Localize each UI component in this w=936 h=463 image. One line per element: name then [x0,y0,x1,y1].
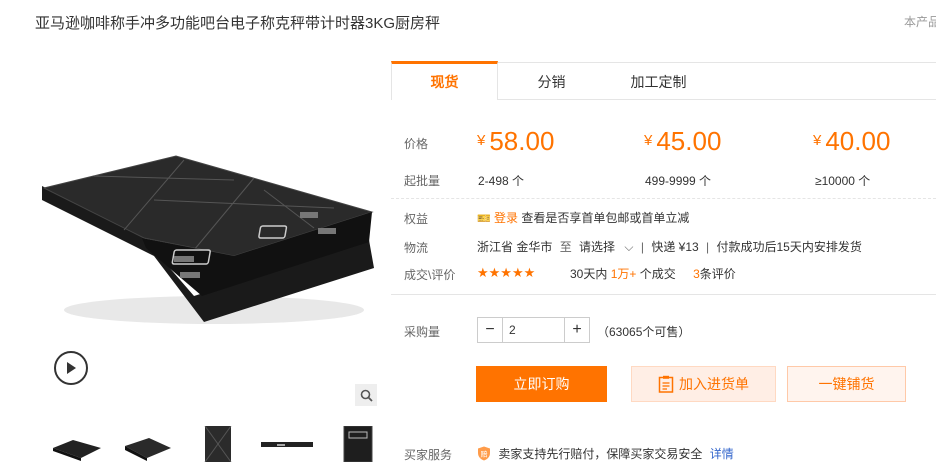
service-details-link[interactable]: 详情 [710,447,734,461]
quantity-stepper: − + [477,317,590,343]
thumbnail-strip [48,424,386,463]
destination-select-value: 请选择 [579,240,616,254]
service-label: 买家服务 [404,448,453,462]
service-text: 卖家支持先行赔付，保障买家交易安全 [498,447,703,461]
available-stock: （63065个可售） [597,325,691,339]
thumbnail[interactable] [118,424,176,463]
svg-text:赔: 赔 [481,450,488,459]
rating-stars: ★★★★★ [477,265,536,280]
quantity-minus-button[interactable]: − [478,318,502,342]
zoom-button[interactable] [355,384,377,406]
price-tier-3: ¥40.00 [813,126,890,157]
magnifier-icon [360,389,373,402]
dispatch-note: 付款成功后15天内安排发货 [716,240,862,254]
divider [391,198,936,199]
buy-now-button[interactable]: 立即订购 [476,366,607,402]
batch-label: 起批量 [404,174,441,188]
product-main-image[interactable] [34,60,379,408]
play-video-button[interactable] [54,351,88,385]
product-title: 亚马逊咖啡称手冲多功能吧台电子称克秤带计时器3KG厨房秤 [35,15,441,32]
batch-range-1: 2-498 个 [478,174,525,188]
to-text: 至 [559,240,572,254]
price-tier-1: ¥58.00 [477,126,554,157]
benefits-label: 权益 [404,212,429,226]
add-to-cart-label: 加入进货单 [679,376,749,392]
buy-now-label: 立即订购 [513,376,570,392]
price-value: 40.00 [825,126,891,156]
quantity-input[interactable] [502,318,565,342]
deals-suffix: 个成交 [639,267,676,281]
logistics-label: 物流 [404,241,429,255]
chevron-down-icon: ⌵ [624,240,634,254]
service-row: 赔 卖家支持先行赔付，保障买家交易安全 详情 [477,445,734,462]
price-value: 58.00 [489,126,555,156]
coupon-icon: 🎫 [477,213,491,225]
price-tier-2: ¥45.00 [644,126,721,157]
batch-range-2: 499-9999 个 [645,174,712,188]
one-click-label: 一键铺货 [818,376,875,392]
review-suffix: 条评价 [699,267,736,281]
origin-location: 浙江省 金华市 [477,240,553,254]
quantity-label: 采购量 [404,325,441,339]
tab-custom-processing[interactable]: 加工定制 [605,63,712,100]
quantity-plus-button[interactable]: + [565,318,589,342]
price-label: 价格 [404,137,429,151]
thumbnail[interactable] [48,424,106,463]
deals-prefix: 30天内 [570,267,608,281]
purchase-mode-tabs: 现货 分销 加工定制 [391,61,936,100]
reviews-row: 30天内 1万+ 个成交 3条评价 [570,265,736,282]
clipboard-icon [658,375,674,393]
benefits-row: 🎫 登录 查看是否享首单包邮或首单立减 [477,209,689,226]
tab-in-stock[interactable]: 现货 [391,61,498,100]
logistics-row: 浙江省 金华市 至 请选择 ⌵ | 快递 ¥13 | 付款成功后15天内安排发货 [477,240,862,254]
shield-icon: 赔 [478,446,490,461]
currency-symbol: ¥ [813,132,822,149]
currency-symbol: ¥ [477,132,486,149]
price-value: 45.00 [656,126,722,156]
one-click-distribute-button[interactable]: 一键铺货 [787,366,906,402]
destination-select[interactable]: 请选择 ⌵ [579,240,637,254]
login-link[interactable]: 登录 [494,211,518,225]
corner-note: 本产品 [904,15,936,29]
add-to-cart-button[interactable]: 加入进货单 [631,366,776,402]
thumbnail[interactable] [328,424,386,463]
benefits-text: 查看是否享首单包邮或首单立减 [521,211,690,225]
thumbnail[interactable] [258,424,316,463]
batch-range-3: ≥10000 个 [815,174,871,188]
tab-distribution[interactable]: 分销 [498,63,605,100]
review-count[interactable]: 3 [693,267,700,281]
reviews-label: 成交\评价 [404,268,456,282]
thumbnail[interactable] [188,424,246,463]
divider [391,294,936,295]
deals-count: 1万+ [610,267,637,281]
currency-symbol: ¥ [644,132,653,149]
play-icon [67,362,76,374]
shipping-fee: 快递 ¥13 [651,240,699,254]
